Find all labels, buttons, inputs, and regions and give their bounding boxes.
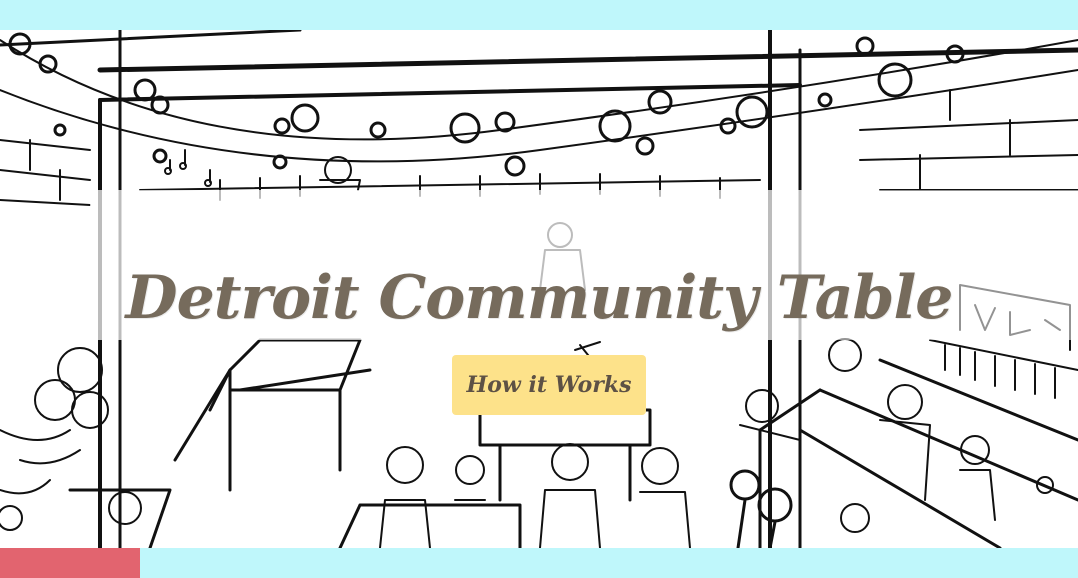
bar-counter [729, 358, 1078, 548]
guests-group [0, 443, 691, 548]
pergola-beam-top [97, 47, 1078, 73]
bottom-accent-block [0, 548, 140, 578]
picnic-table-center [478, 408, 652, 502]
bottom-frame-band [0, 548, 1078, 578]
how-it-works-button[interactable]: How it Works [452, 355, 646, 415]
brick-wall-left [0, 139, 91, 206]
shrubs-left [0, 347, 109, 495]
string-lights-wire-back [0, 69, 1078, 163]
hero-section: Detroit Community Table How it Works [0, 30, 1078, 548]
page-title: Detroit Community Table [125, 263, 954, 334]
pergola-rafter [0, 30, 302, 47]
brick-wall-right [859, 89, 1078, 191]
picnic-table-left [173, 338, 372, 492]
pergola-beam-front [98, 83, 802, 102]
top-frame-band [0, 0, 1078, 30]
